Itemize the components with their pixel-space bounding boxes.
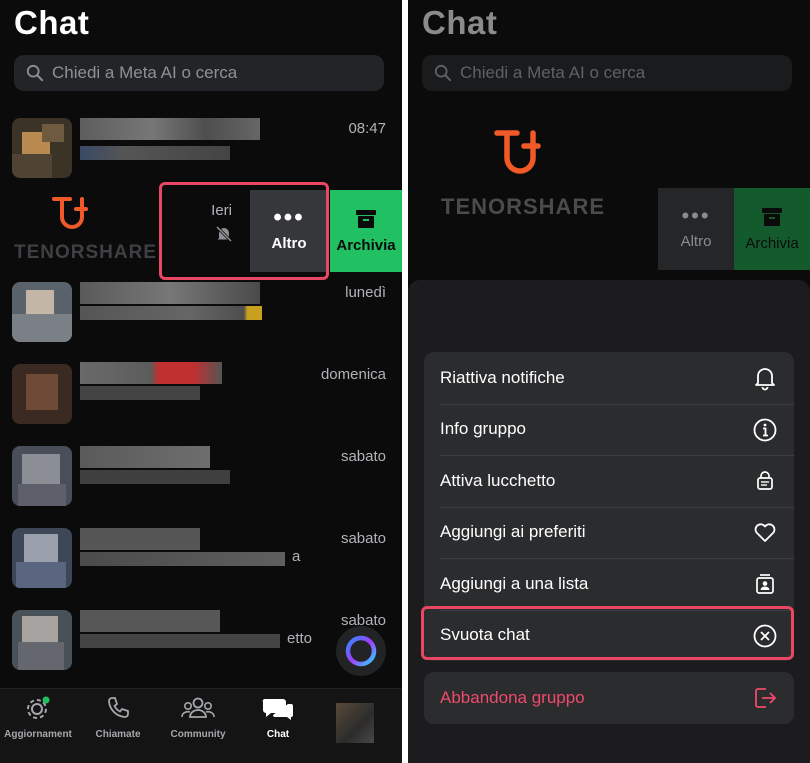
meta-ai-button[interactable] xyxy=(336,626,386,676)
tab-community[interactable]: Community xyxy=(158,695,238,740)
search-icon xyxy=(26,64,44,82)
page-title: Chat xyxy=(422,4,498,41)
info-icon xyxy=(753,418,777,441)
watermark-text: TENORSHARE xyxy=(441,194,606,219)
search-bar[interactable]: Chiedi a Meta AI o cerca xyxy=(422,55,792,91)
search-bar[interactable]: Chiedi a Meta AI o cerca xyxy=(14,55,384,91)
avatar xyxy=(12,528,72,588)
chat-row[interactable]: sabato a xyxy=(0,518,402,600)
menu-label: Aggiungi ai preferiti xyxy=(440,522,586,542)
contact-name-blurred xyxy=(80,118,260,140)
chat-time: 08:47 xyxy=(348,120,386,137)
tab-label: Chiamate xyxy=(95,729,141,740)
chat-list-screen: Chat Chiedi a Meta AI o cerca 08:47 TENO… xyxy=(0,0,402,763)
avatar xyxy=(12,364,72,424)
chat-icon xyxy=(262,698,293,720)
menu-label: Aggiungi a una lista xyxy=(440,573,589,593)
chat-row-swiped[interactable]: TENORSHARE Ieri ••• Altro Archivia xyxy=(0,182,402,280)
chat-time: sabato xyxy=(340,448,386,465)
tenorshare-logo-icon xyxy=(52,197,88,229)
menu-group-danger: Abbandona gruppo xyxy=(424,672,794,724)
tab-label: Aggiornament xyxy=(4,729,72,740)
tab-label: Community xyxy=(170,729,226,740)
chat-row[interactable]: 08:47 xyxy=(0,108,402,190)
highlight-frame xyxy=(159,182,329,280)
tenorshare-logo-icon xyxy=(494,130,541,174)
menu-label: Info gruppo xyxy=(440,419,527,439)
tab-chat[interactable]: Chat xyxy=(238,695,318,740)
bottom-tab-bar: Aggiornament Chiamate Community Chat xyxy=(0,688,402,763)
search-placeholder: Chiedi a Meta AI o cerca xyxy=(52,63,238,82)
avatar xyxy=(12,282,72,342)
menu-item-add-favorite[interactable]: Aggiungi ai preferiti xyxy=(424,506,794,559)
archive-button[interactable]: Archivia xyxy=(734,188,810,270)
community-icon xyxy=(181,697,215,718)
search-placeholder: Chiedi a Meta AI o cerca xyxy=(460,63,646,82)
chat-row[interactable]: domenica xyxy=(0,354,402,436)
chat-time: domenica xyxy=(320,366,386,383)
lock-chat-icon xyxy=(757,471,773,490)
message-preview-blurred xyxy=(80,146,230,160)
bell-icon xyxy=(755,368,775,391)
message-preview-blurred xyxy=(80,470,230,484)
highlight-frame xyxy=(421,606,794,660)
archive-button[interactable]: Archivia xyxy=(330,190,402,272)
menu-label: Abbandona gruppo xyxy=(440,687,585,707)
menu-item-add-to-list[interactable]: Aggiungi a una lista xyxy=(424,558,794,610)
page-title: Chat xyxy=(14,4,90,41)
avatar xyxy=(12,610,72,670)
more-dots-icon: ••• xyxy=(681,202,711,228)
settings-avatar[interactable] xyxy=(336,703,374,743)
archive-label: Archivia xyxy=(745,234,799,252)
search-icon xyxy=(434,64,452,82)
message-preview-blurred xyxy=(80,634,280,648)
heart-icon xyxy=(754,522,776,542)
tab-calls[interactable]: Chiamate xyxy=(78,695,158,740)
list-icon xyxy=(756,574,774,594)
archive-icon xyxy=(356,209,376,228)
exit-icon xyxy=(755,688,777,708)
chat-time: sabato xyxy=(340,530,386,547)
tab-updates[interactable]: Aggiornament xyxy=(0,695,78,740)
menu-item-leave-group[interactable]: Abbandona gruppo xyxy=(424,672,794,724)
preview-text-fragment: a xyxy=(292,548,301,565)
archive-label: Archivia xyxy=(336,236,396,254)
menu-item-lock-chat[interactable]: Attiva lucchetto xyxy=(424,455,794,507)
phone-icon xyxy=(108,697,129,718)
chat-row[interactable]: lunedì xyxy=(0,272,402,354)
contact-name-blurred xyxy=(80,282,260,304)
watermark-text: TENORSHARE xyxy=(14,242,158,263)
menu-item-group-info[interactable]: Info gruppo xyxy=(424,403,794,456)
preview-text-fragment: etto xyxy=(287,630,313,647)
tab-label: Chat xyxy=(266,729,290,740)
menu-item-unmute[interactable]: Riattiva notifiche xyxy=(424,352,794,404)
message-preview-blurred xyxy=(80,552,285,566)
menu-label: Riattiva notifiche xyxy=(440,367,565,387)
avatar xyxy=(12,446,72,506)
chat-time: lunedì xyxy=(345,284,386,301)
contact-name-blurred xyxy=(80,446,210,468)
archive-icon xyxy=(762,207,782,226)
message-preview-blurred xyxy=(80,306,262,320)
chat-row[interactable]: sabato xyxy=(0,436,402,518)
contact-name-blurred xyxy=(80,528,200,550)
updates-icon xyxy=(27,696,50,719)
avatar xyxy=(12,118,72,178)
contact-name-blurred xyxy=(80,362,222,384)
more-label: Altro xyxy=(680,232,712,250)
menu-label: Attiva lucchetto xyxy=(440,470,556,490)
contact-name-blurred xyxy=(80,610,220,632)
message-preview-blurred xyxy=(80,386,200,400)
more-button[interactable]: ••• Altro xyxy=(658,188,734,270)
meta-ai-ring-icon xyxy=(345,635,377,667)
